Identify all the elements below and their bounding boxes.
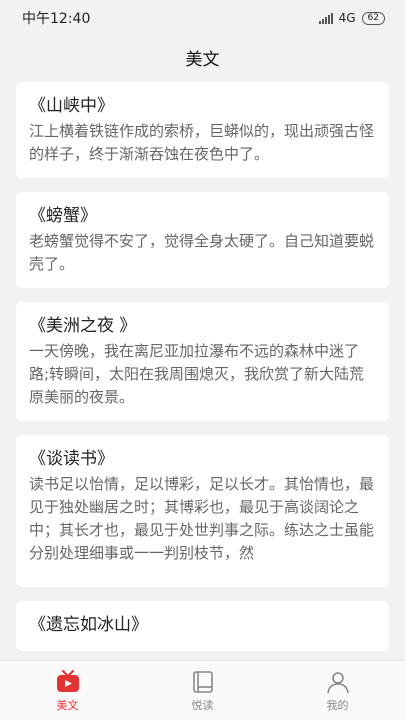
- article-title: 《美洲之夜 》: [29, 316, 137, 336]
- nav-label: 悦读: [191, 698, 214, 712]
- nav-label: 我的: [326, 698, 349, 712]
- article-title: 《山峡中》: [29, 96, 114, 116]
- signal-icon: [318, 12, 333, 24]
- page-title: 美文: [185, 49, 220, 70]
- battery-level: 62: [367, 12, 379, 23]
- article-excerpt: 一天傍晚，我在离尼亚加拉瀑布不远的森林中迷了路;转瞬间，太阳在我周围熄灭，我欣赏…: [29, 342, 365, 406]
- tv-icon: [56, 669, 79, 692]
- bottom-nav: 美文 悦读 我的: [0, 660, 405, 720]
- article-title: 《遗忘如冰山》: [29, 615, 148, 635]
- status-indicators: 4G 62: [318, 11, 385, 25]
- status-bar: 中午12:40 4G 62: [0, 0, 405, 36]
- status-time: 中午12:40: [22, 11, 91, 27]
- article-excerpt: 江上横着铁链作成的索桥，巨蟒似的，现出顽强古怪的样子，终于渐渐吞蚀在夜色中了。: [29, 122, 375, 163]
- article-excerpt: 老螃蟹觉得不安了，觉得全身太硬了。自己知道要蜕壳了。: [29, 232, 375, 273]
- article-title: 《螃蟹》: [29, 206, 97, 226]
- network-type: 4G: [338, 11, 356, 25]
- book-icon: [192, 670, 213, 693]
- article-card[interactable]: 《遗忘如冰山》: [16, 601, 389, 651]
- user-icon: [326, 671, 349, 693]
- nav-item-wode[interactable]: 我的: [270, 661, 405, 720]
- page-header: 美文: [0, 36, 405, 78]
- article-card[interactable]: 《谈读书》 读书足以怡情，足以博彩，足以长才。其怡情也，最见于独处幽居之时；其博…: [16, 435, 389, 587]
- battery-icon: 62: [361, 11, 385, 25]
- article-excerpt: 读书足以怡情，足以博彩，足以长才。其怡情也，最见于独处幽居之时；其博彩也，最见于…: [29, 475, 375, 562]
- article-list: 《山峡中》 江上横着铁链作成的索桥，巨蟒似的，现出顽强古怪的样子，终于渐渐吞蚀在…: [0, 78, 405, 651]
- nav-label: 美文: [56, 698, 79, 712]
- article-card[interactable]: 《螃蟹》 老螃蟹觉得不安了，觉得全身太硬了。自己知道要蜕壳了。: [16, 192, 389, 288]
- nav-item-yuedu[interactable]: 悦读: [135, 661, 270, 720]
- article-card[interactable]: 《美洲之夜 》 一天傍晚，我在离尼亚加拉瀑布不远的森林中迷了路;转瞬间，太阳在我…: [16, 302, 389, 421]
- nav-item-meiwen[interactable]: 美文: [0, 661, 135, 720]
- article-card[interactable]: 《山峡中》 江上横着铁链作成的索桥，巨蟒似的，现出顽强古怪的样子，终于渐渐吞蚀在…: [16, 82, 389, 178]
- article-title: 《谈读书》: [29, 449, 114, 469]
